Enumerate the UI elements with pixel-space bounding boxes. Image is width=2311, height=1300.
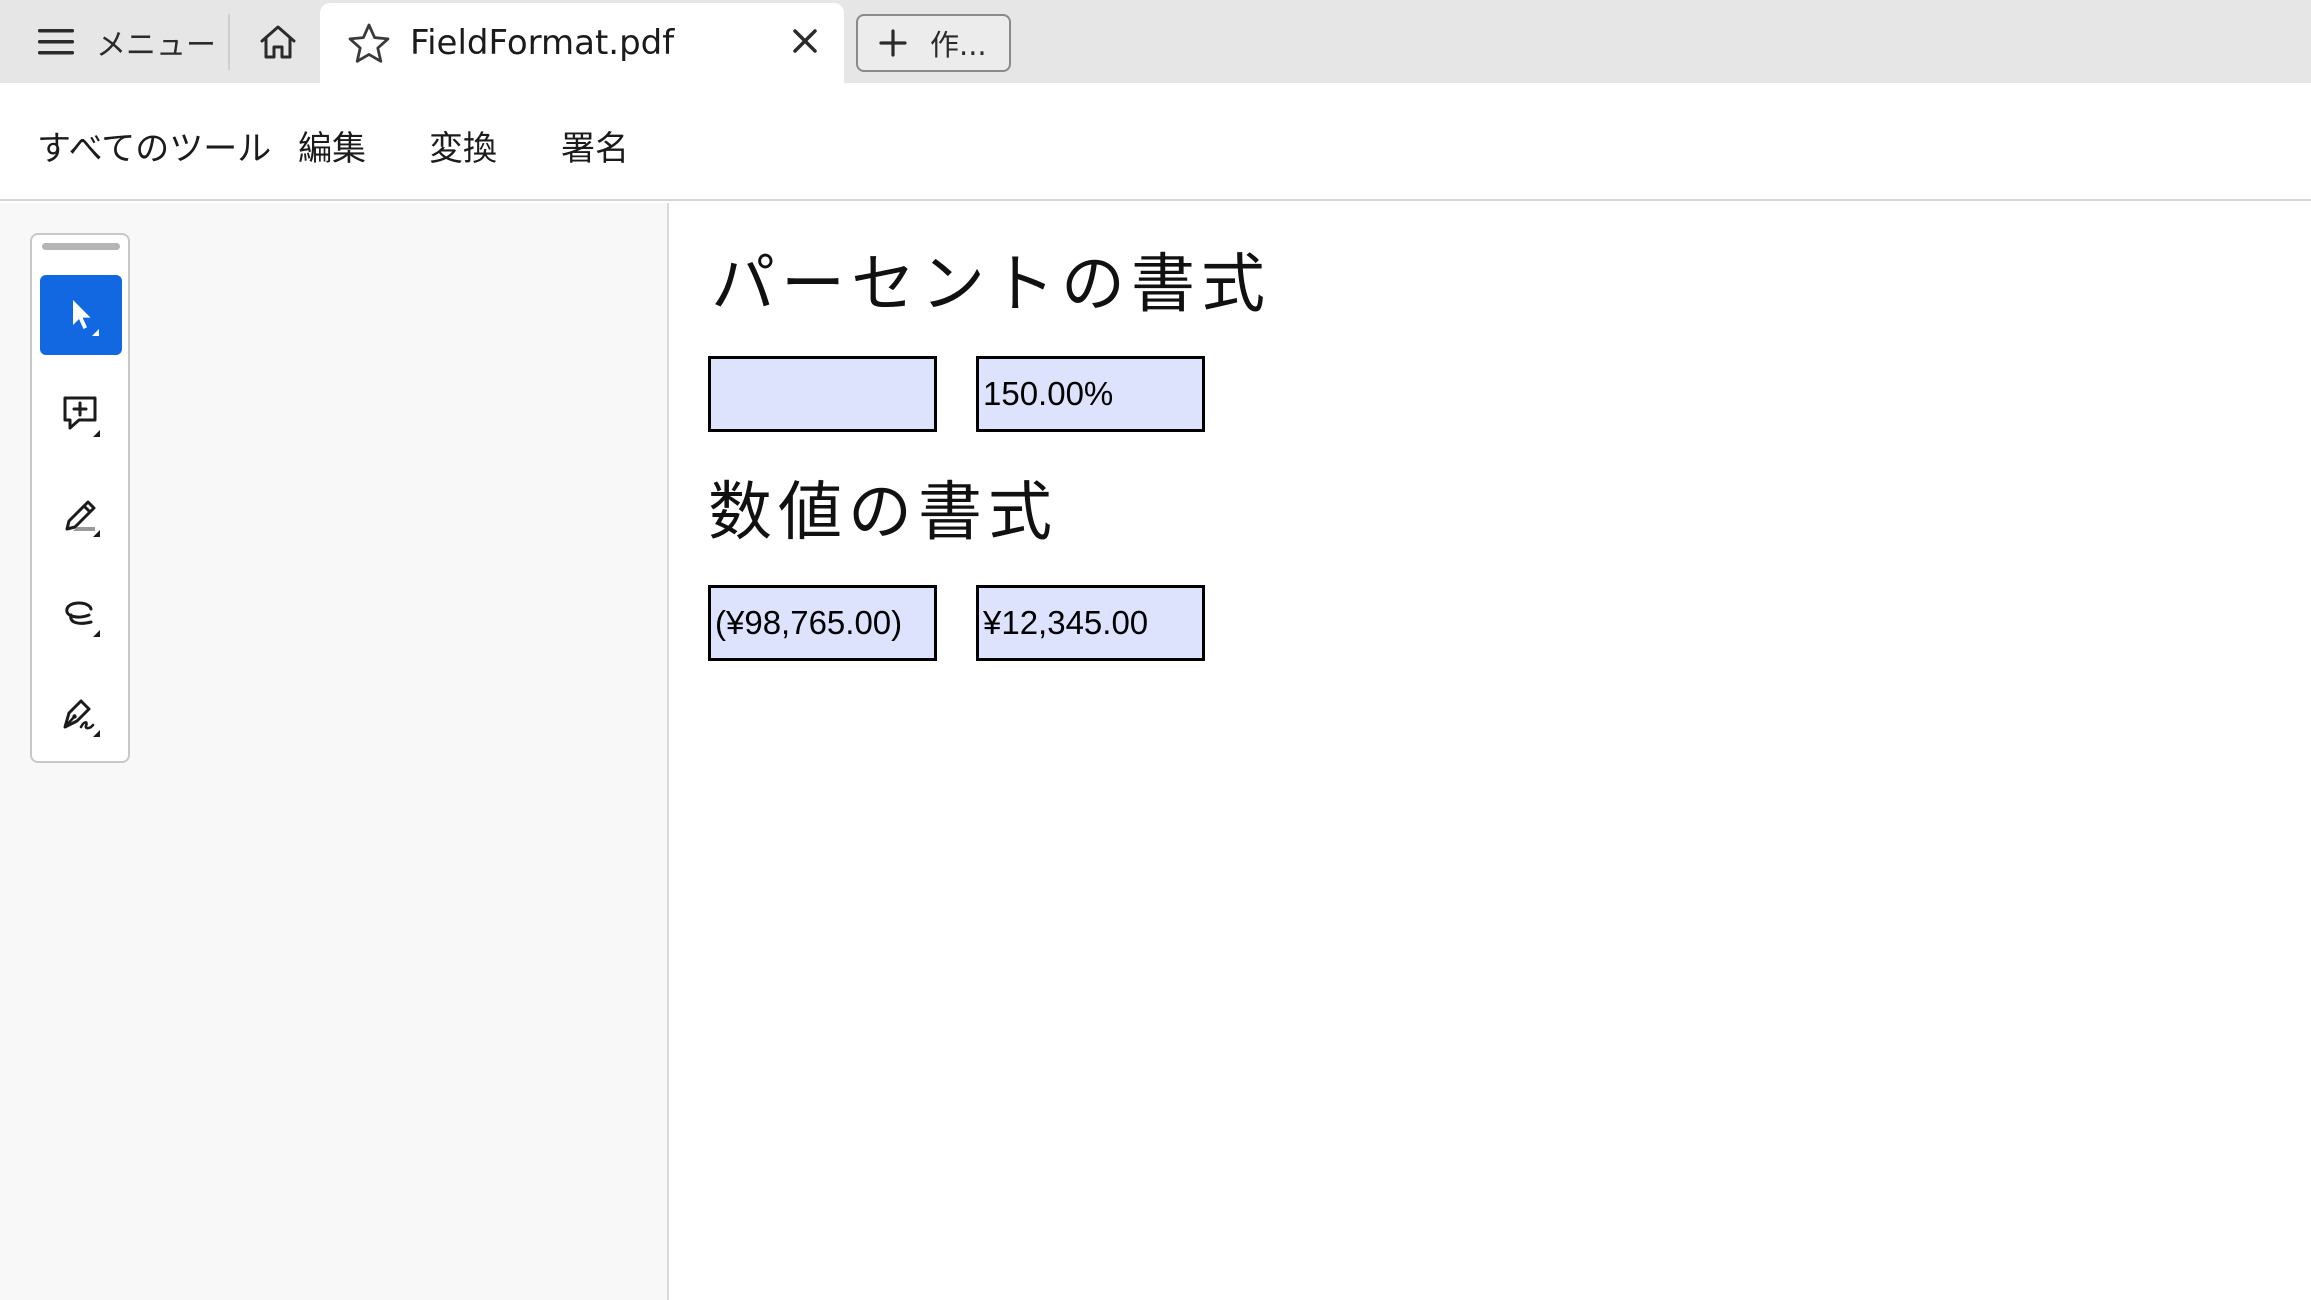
- home-icon: [260, 25, 296, 58]
- menu-button[interactable]: メニュー: [0, 0, 226, 83]
- hamburger-menu-icon: [38, 28, 74, 54]
- document-tab[interactable]: FieldFormat.pdf: [320, 3, 844, 83]
- cursor-arrow-icon: [73, 300, 99, 336]
- toolbar-edit[interactable]: 編集: [298, 121, 366, 170]
- freehand-lasso-icon: [65, 601, 100, 637]
- sign-tool[interactable]: [40, 675, 122, 755]
- percent-format-heading: パーセントの書式: [711, 248, 1271, 322]
- new-tab-label: 作...: [930, 28, 987, 62]
- new-tab-button[interactable]: 作...: [856, 14, 1011, 72]
- highlighter-pen-icon: [65, 500, 100, 537]
- plus-icon: [879, 29, 907, 57]
- toolbar-convert[interactable]: 変換: [429, 121, 497, 170]
- main-toolbar: すべてのツール 編集 変換 署名: [0, 83, 2311, 201]
- left-panel: [0, 203, 669, 1300]
- close-icon[interactable]: [786, 22, 824, 60]
- comment-tool[interactable]: [40, 375, 122, 455]
- home-button[interactable]: [236, 0, 320, 83]
- tab-strip: メニュー FieldFormat.pdf 作...: [0, 0, 2311, 83]
- draw-tool[interactable]: [40, 575, 122, 655]
- add-comment-icon: [63, 396, 100, 437]
- highlight-tool[interactable]: [40, 475, 122, 555]
- select-tool[interactable]: [40, 275, 122, 355]
- percent-field-1[interactable]: [708, 356, 937, 432]
- number-field-2[interactable]: ¥12,345.00: [976, 585, 1205, 661]
- star-icon[interactable]: [346, 21, 392, 67]
- tool-rail: [30, 233, 130, 763]
- document-tab-title: FieldFormat.pdf: [410, 23, 675, 63]
- rail-drag-handle[interactable]: [42, 243, 120, 250]
- menu-label: メニュー: [96, 27, 216, 63]
- document-view: パーセントの書式 150.00% 数値の書式 (¥98,765.00) ¥12,…: [671, 203, 2311, 1300]
- percent-field-2[interactable]: 150.00%: [976, 356, 1205, 432]
- fountain-pen-sign-icon: [63, 699, 100, 737]
- toolbar-all-tools[interactable]: すべてのツール: [37, 121, 271, 170]
- tab-separator: [228, 14, 230, 70]
- number-format-heading: 数値の書式: [708, 476, 1058, 550]
- number-field-1[interactable]: (¥98,765.00): [708, 585, 937, 661]
- toolbar-sign[interactable]: 署名: [561, 121, 629, 170]
